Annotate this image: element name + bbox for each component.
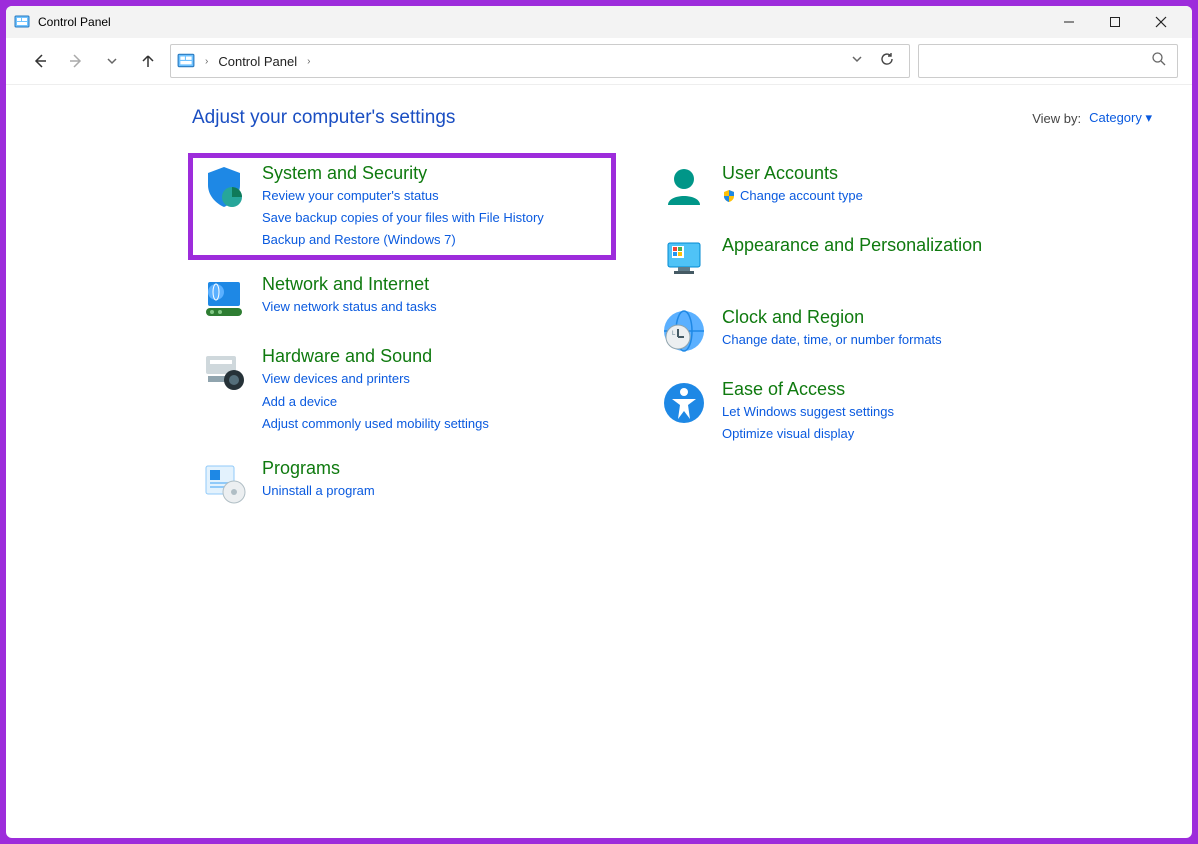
control-panel-icon (177, 52, 195, 70)
category-link[interactable]: Add a device (262, 392, 489, 412)
category-link[interactable]: View devices and printers (262, 369, 489, 389)
category-ease-of-access: Ease of AccessLet Windows suggest settin… (652, 373, 1072, 450)
chevron-right-icon[interactable]: › (303, 56, 314, 67)
uac-shield-icon (722, 189, 736, 203)
category-system-and-security: System and SecurityReview your computer'… (192, 157, 612, 256)
recent-locations-button[interactable] (98, 47, 126, 75)
titlebar: Control Panel (6, 6, 1192, 38)
category-link[interactable]: View network status and tasks (262, 297, 437, 317)
search-icon (1151, 51, 1167, 72)
view-by-label: View by: (1032, 111, 1081, 126)
category-network-and-internet: Network and InternetView network status … (192, 268, 612, 328)
chevron-down-icon[interactable] (851, 52, 863, 70)
category-link[interactable]: Change date, time, or number formats (722, 330, 942, 350)
category-link[interactable]: Let Windows suggest settings (722, 402, 894, 422)
minimize-button[interactable] (1046, 6, 1092, 38)
search-input[interactable] (918, 44, 1178, 78)
category-appearance-and-personalization: Appearance and Personalization (652, 229, 1072, 289)
navigation-bar: › Control Panel › (6, 38, 1192, 85)
category-link[interactable]: Adjust commonly used mobility settings (262, 414, 489, 434)
programs-icon (200, 458, 248, 506)
maximize-button[interactable] (1092, 6, 1138, 38)
category-programs: ProgramsUninstall a program (192, 452, 612, 512)
user-accounts-icon (660, 163, 708, 211)
category-title[interactable]: Clock and Region (722, 307, 942, 328)
close-button[interactable] (1138, 6, 1184, 38)
up-button[interactable] (134, 47, 162, 75)
view-by-dropdown[interactable]: Category ▾ (1089, 110, 1152, 126)
address-bar[interactable]: › Control Panel › (170, 44, 910, 78)
page-heading: Adjust your computer's settings (192, 107, 455, 129)
appearance-and-personalization-icon (660, 235, 708, 283)
category-title[interactable]: User Accounts (722, 163, 863, 184)
chevron-right-icon[interactable]: › (201, 56, 212, 67)
control-panel-window: Control Panel › Control Panel › Adjust y (6, 6, 1192, 838)
category-column-left: System and SecurityReview your computer'… (192, 157, 612, 512)
category-title[interactable]: Programs (262, 458, 375, 479)
category-title[interactable]: Hardware and Sound (262, 346, 489, 367)
content-area: Adjust your computer's settings View by:… (6, 85, 1192, 838)
category-column-right: User AccountsChange account type Appearan… (652, 157, 1072, 512)
category-title[interactable]: Network and Internet (262, 274, 437, 295)
network-and-internet-icon (200, 274, 248, 322)
view-by-selector: View by: Category ▾ (1032, 110, 1152, 126)
category-link[interactable]: Optimize visual display (722, 424, 894, 444)
breadcrumb-root[interactable]: Control Panel (218, 54, 297, 69)
clock-and-region-icon: L (660, 307, 708, 355)
category-link[interactable]: Change account type (722, 186, 863, 206)
category-hardware-and-sound: Hardware and SoundView devices and print… (192, 340, 612, 439)
category-link[interactable]: Backup and Restore (Windows 7) (262, 230, 544, 250)
system-and-security-icon (200, 163, 248, 211)
category-link[interactable]: Save backup copies of your files with Fi… (262, 208, 544, 228)
category-title[interactable]: Ease of Access (722, 379, 894, 400)
forward-button[interactable] (62, 47, 90, 75)
refresh-button[interactable] (879, 51, 895, 72)
category-user-accounts: User AccountsChange account type (652, 157, 1072, 217)
ease-of-access-icon (660, 379, 708, 427)
category-clock-and-region: L Clock and RegionChange date, time, or n… (652, 301, 1072, 361)
category-title[interactable]: System and Security (262, 163, 544, 184)
category-title[interactable]: Appearance and Personalization (722, 235, 982, 256)
control-panel-icon (14, 14, 30, 30)
window-title: Control Panel (38, 15, 1046, 29)
category-link[interactable]: Uninstall a program (262, 481, 375, 501)
category-link[interactable]: Review your computer's status (262, 186, 544, 206)
back-button[interactable] (26, 47, 54, 75)
hardware-and-sound-icon (200, 346, 248, 394)
